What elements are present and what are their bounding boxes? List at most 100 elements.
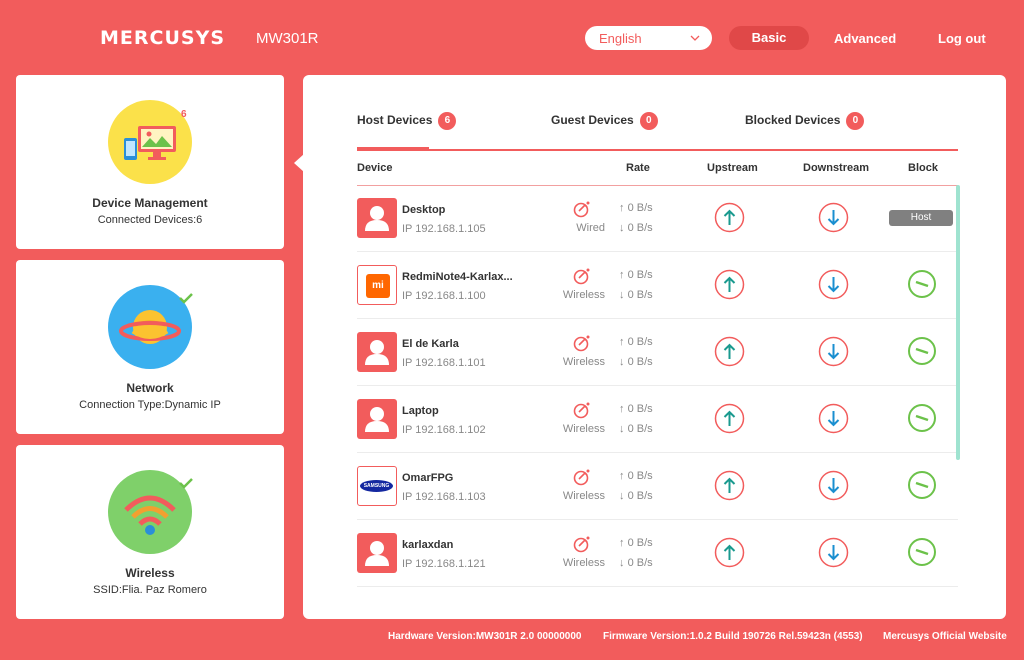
arrow-down-icon: ↓	[619, 222, 628, 234]
device-name: El de Karla	[402, 338, 459, 350]
device-row: El de Karla IP 192.168.1.101 Wireless ↑ 0 B…	[357, 319, 958, 386]
arrow-up-icon: ↑	[619, 470, 628, 482]
upstream-limit-icon[interactable]	[714, 470, 745, 501]
block-toggle-icon[interactable]	[907, 470, 937, 500]
downstream-limit-icon[interactable]	[818, 269, 849, 300]
device-name: RedmiNote4-Karlax...	[402, 271, 513, 283]
download-rate: ↓ 0 B/s	[619, 423, 653, 435]
device-management-card[interactable]: 6 Device Management Connected Devices:6	[16, 75, 284, 249]
block-toggle-icon[interactable]	[907, 537, 937, 567]
edit-icon[interactable]	[573, 267, 591, 285]
network-subtitle: Connection Type:Dynamic IP	[79, 399, 221, 411]
device-management-icon	[108, 100, 192, 184]
downstream-limit-icon[interactable]	[818, 336, 849, 367]
device-row: SAMSUNG OmarFPG IP 192.168.1.103 Wireless ↑ …	[357, 453, 958, 520]
download-rate: ↓ 0 B/s	[619, 557, 653, 569]
logo-text: mi	[366, 274, 390, 298]
tab-count: 0	[639, 112, 658, 130]
connection-type: Wireless	[562, 289, 605, 301]
tab-count: 6	[438, 112, 457, 130]
downstream-limit-icon[interactable]	[818, 403, 849, 434]
connection-type: Wireless	[562, 423, 605, 435]
wireless-card[interactable]: Wireless SSID:Flia. Paz Romero	[16, 445, 284, 619]
check-icon	[179, 293, 193, 304]
device-panel: Host Devices 6 Guest Devices 0 Blocked Dev…	[303, 75, 1006, 619]
upload-rate: ↑ 0 B/s	[619, 537, 653, 549]
edit-icon[interactable]	[573, 200, 591, 218]
downstream-limit-icon[interactable]	[818, 470, 849, 501]
download-rate-value: 0 B/s	[627, 423, 653, 435]
tab-label: Host Devices	[357, 113, 433, 128]
tab-blocked-devices[interactable]: Blocked Devices 0	[745, 112, 865, 130]
tab-label: Guest Devices	[551, 113, 634, 128]
edit-icon[interactable]	[573, 535, 591, 553]
download-rate-value: 0 B/s	[627, 356, 653, 368]
arrow-up-icon: ↑	[619, 537, 628, 549]
check-icon	[179, 478, 193, 489]
device-ip: IP 192.168.1.105	[402, 223, 486, 235]
block-toggle-icon[interactable]	[907, 403, 937, 433]
upload-rate-value: 0 B/s	[627, 269, 653, 281]
device-row: Desktop IP 192.168.1.105 Wired ↑ 0 B/s ↓ 0 B…	[357, 185, 958, 252]
advanced-link[interactable]: Advanced	[834, 31, 896, 46]
arrow-down-icon: ↓	[619, 356, 628, 368]
wireless-subtitle: SSID:Flia. Paz Romero	[93, 584, 207, 596]
edit-icon[interactable]	[573, 401, 591, 419]
upstream-limit-icon[interactable]	[714, 403, 745, 434]
hardware-version: Hardware Version:MW301R 2.0 00000000	[388, 631, 582, 642]
connection-type: Wired	[576, 222, 605, 234]
tab-active-indicator	[357, 147, 429, 151]
downstream-limit-icon[interactable]	[818, 202, 849, 233]
basic-button[interactable]: Basic	[729, 26, 809, 50]
downstream-limit-icon[interactable]	[818, 537, 849, 568]
upload-rate: ↑ 0 B/s	[619, 336, 653, 348]
download-rate-value: 0 B/s	[627, 557, 653, 569]
column-device: Device	[357, 162, 393, 174]
logout-link[interactable]: Log out	[938, 31, 986, 46]
firmware-version: Firmware Version:1.0.2 Build 190726 Rel.…	[603, 631, 863, 642]
upload-rate: ↑ 0 B/s	[619, 202, 653, 214]
network-card[interactable]: Network Connection Type:Dynamic IP	[16, 260, 284, 434]
tab-underline	[357, 149, 958, 151]
arrow-up-icon: ↑	[619, 336, 628, 348]
person-icon	[357, 533, 397, 573]
arrow-up-icon: ↑	[619, 202, 628, 214]
upstream-limit-icon[interactable]	[714, 269, 745, 300]
upload-rate: ↑ 0 B/s	[619, 470, 653, 482]
samsung-logo: SAMSUNG	[357, 466, 397, 506]
tab-host-devices[interactable]: Host Devices 6	[357, 112, 457, 130]
person-icon	[357, 332, 397, 372]
download-rate: ↓ 0 B/s	[619, 490, 653, 502]
tab-count: 0	[846, 112, 865, 130]
block-toggle-icon[interactable]	[907, 336, 937, 366]
upload-rate-value: 0 B/s	[627, 336, 653, 348]
upstream-limit-icon[interactable]	[714, 336, 745, 367]
connection-type: Wireless	[562, 356, 605, 368]
upstream-limit-icon[interactable]	[714, 202, 745, 233]
device-ip: IP 192.168.1.121	[402, 558, 486, 570]
download-rate-value: 0 B/s	[627, 490, 653, 502]
upstream-limit-icon[interactable]	[714, 537, 745, 568]
device-management-subtitle: Connected Devices:6	[97, 214, 203, 226]
scrollbar[interactable]	[956, 185, 960, 460]
tab-guest-devices[interactable]: Guest Devices 0	[551, 112, 658, 130]
arrow-down-icon: ↓	[619, 490, 628, 502]
download-rate: ↓ 0 B/s	[619, 222, 653, 234]
model-name: MW301R	[256, 30, 319, 47]
official-website-link[interactable]: Mercusys Official Website	[883, 631, 1007, 642]
column-downstream: Downstream	[803, 162, 870, 174]
mercusys-logo: MERCUSYS	[100, 27, 226, 49]
edit-icon[interactable]	[573, 334, 591, 352]
logo-text: SAMSUNG	[360, 480, 393, 492]
column-upstream: Upstream	[707, 162, 758, 174]
wireless-title: Wireless	[125, 566, 175, 580]
device-name: Laptop	[402, 405, 439, 417]
language-value: English	[599, 31, 642, 46]
upload-rate-value: 0 B/s	[627, 403, 653, 415]
network-title: Network	[126, 381, 174, 395]
block-toggle-icon[interactable]	[907, 269, 937, 299]
upload-rate: ↑ 0 B/s	[619, 269, 653, 281]
language-select[interactable]: English	[585, 26, 712, 50]
device-management-title: Device Management	[92, 196, 208, 210]
edit-icon[interactable]	[573, 468, 591, 486]
